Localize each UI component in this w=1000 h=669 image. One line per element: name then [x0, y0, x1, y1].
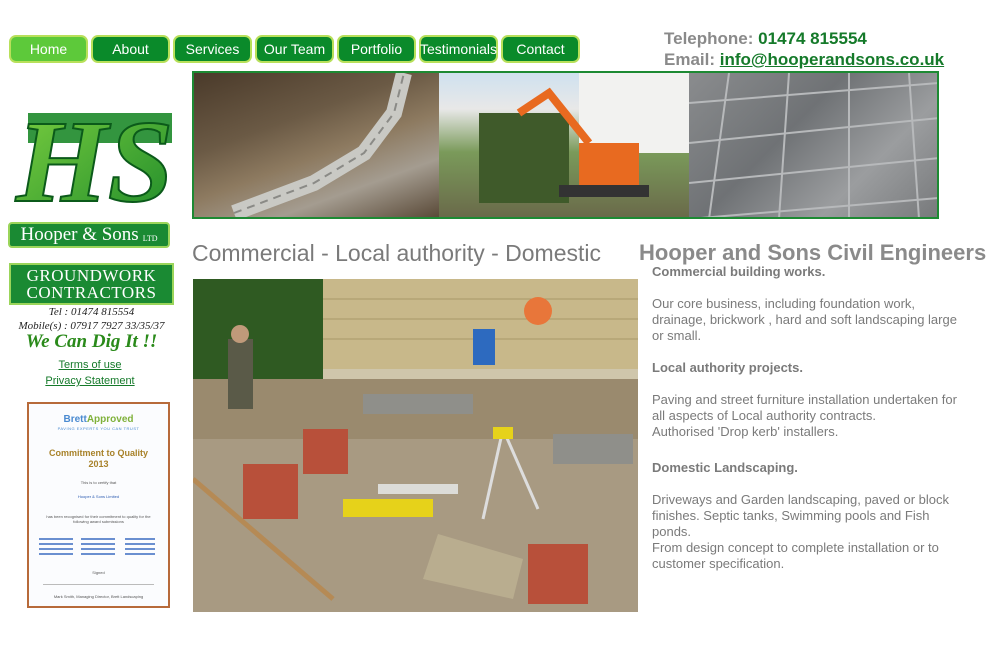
cert-brand: BrettApproved	[29, 414, 168, 425]
cert-tagline: PAVING EXPERTS YOU CAN TRUST	[57, 426, 140, 431]
nav-our-team[interactable]: Our Team	[255, 35, 334, 63]
banner-photo-paving	[688, 73, 937, 217]
cert-company: Hooper & Sons Limited	[77, 494, 120, 499]
digger-drawing	[479, 73, 689, 203]
contact-info: Telephone: 01474 815554 Email: info@hoop…	[664, 28, 944, 70]
page-headline: Commercial - Local authority - Domestic	[192, 240, 602, 266]
phone-number: 01474 815554	[758, 29, 867, 48]
phone-label: Telephone:	[664, 29, 754, 48]
blockwork-drawing	[231, 73, 412, 217]
paving-drawing	[688, 73, 937, 217]
logo-ltd: LTD	[142, 233, 158, 243]
groundwork-badge: GROUNDWORK CONTRACTORS	[9, 263, 174, 305]
site-photo-drawing	[193, 279, 638, 612]
badge-slogan: We Can Dig It !!	[25, 331, 158, 352]
cert-award-list	[39, 538, 155, 555]
content-title: Hooper and Sons Civil Engineers	[639, 240, 987, 265]
cert-title-text: Commitment to Quality	[48, 448, 148, 458]
footer-links: Terms of use Privacy Statement	[0, 357, 180, 389]
nav-portfolio[interactable]: Portfolio	[337, 35, 416, 63]
banner-photos	[192, 71, 939, 219]
logo-name: Hooper & Sons	[20, 224, 139, 245]
main-nav: Home About Services Our Team Portfolio T…	[9, 35, 580, 63]
commercial-heading: Commercial building works.	[652, 264, 826, 279]
domestic-heading: Domestic Landscaping.	[652, 460, 798, 475]
email-label: Email:	[664, 50, 716, 69]
cert-year: 2013	[88, 459, 109, 469]
cert-recognised: has been recognised for their commitment…	[46, 514, 151, 524]
terms-link[interactable]: Terms of use	[0, 357, 180, 373]
cert-signed: Signed	[92, 570, 105, 575]
nav-services[interactable]: Services	[173, 35, 252, 63]
nav-contact[interactable]: Contact	[501, 35, 580, 63]
local-authority-heading: Local authority projects.	[652, 360, 803, 375]
nav-home[interactable]: Home	[9, 35, 88, 63]
banner-photo-digger	[439, 73, 689, 217]
badge-line1: GROUNDWORK	[26, 266, 157, 285]
local-authority-text2: Authorised 'Drop kerb' installers.	[652, 424, 839, 439]
commercial-text: Our core business, including foundation …	[652, 296, 957, 343]
content-body: Commercial building works. Our core busi…	[652, 264, 972, 588]
privacy-link[interactable]: Privacy Statement	[0, 373, 180, 389]
logo-name-plate: Hooper & Sons LTD	[8, 222, 170, 248]
banner-photo-foundation	[194, 73, 439, 217]
cert-title: Commitment to Quality 2013	[29, 448, 168, 470]
logo-letters: HS	[15, 96, 172, 227]
badge-line2: CONTRACTORS	[26, 283, 157, 302]
cert-brand-b: Approved	[86, 414, 134, 425]
domestic-text: Driveways and Garden landscaping, paved …	[652, 492, 950, 539]
email-link[interactable]: info@hooperandsons.co.uk	[720, 50, 944, 69]
nav-about[interactable]: About	[91, 35, 170, 63]
badge-phones: Tel : 01474 815554 Mobile(s) : 07917 792…	[9, 305, 174, 333]
badge-tel: Tel : 01474 815554	[48, 306, 135, 318]
cert-signature-line	[43, 584, 154, 585]
nav-testimonials[interactable]: Testimonials	[419, 35, 498, 63]
cert-signatory: Mark Smith, Managing Director, Brett Lan…	[53, 594, 144, 599]
domestic-text2: From design concept to complete installa…	[652, 540, 939, 571]
cert-certify: This is to certify that	[80, 480, 117, 485]
cert-brand-a: Brett	[63, 414, 87, 425]
brett-approved-certificate[interactable]: BrettApproved PAVING EXPERTS YOU CAN TRU…	[27, 402, 170, 608]
local-authority-text: Paving and street furniture installation…	[652, 392, 957, 423]
site-photo	[193, 279, 638, 612]
